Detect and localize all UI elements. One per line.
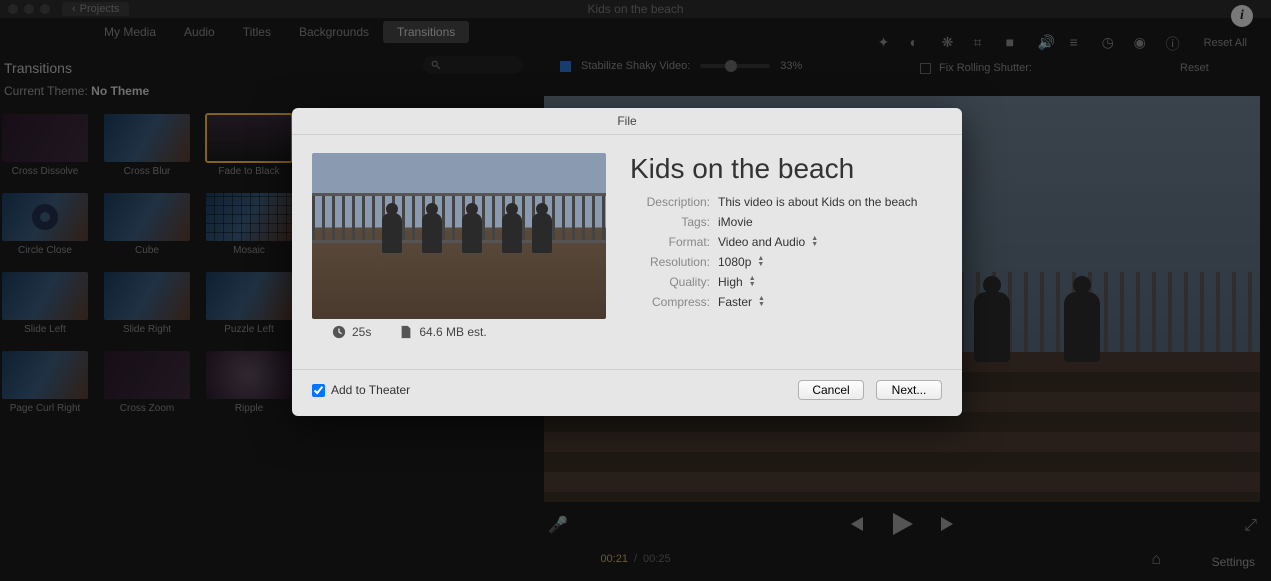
resolution-stepper[interactable]: ▲▼ — [757, 256, 764, 268]
resolution-select[interactable]: 1080p — [718, 255, 751, 269]
export-filesize: 64.6 MB est. — [419, 325, 486, 339]
compress-select[interactable]: Faster — [718, 295, 752, 309]
format-stepper[interactable]: ▲▼ — [811, 236, 818, 248]
compress-stepper[interactable]: ▲▼ — [758, 296, 765, 308]
quality-select[interactable]: High — [718, 275, 743, 289]
clock-icon — [332, 325, 346, 339]
theater-checkbox-input[interactable] — [312, 384, 325, 397]
file-icon — [399, 325, 413, 339]
tags-field[interactable]: iMovie — [718, 215, 753, 229]
export-meta-row: 25s 64.6 MB est. — [312, 319, 606, 353]
export-dialog: File 25s 64.6 MB est. — [292, 108, 962, 416]
next-button[interactable]: Next... — [876, 380, 942, 400]
export-title[interactable]: Kids on the beach — [630, 153, 942, 185]
export-preview-thumbnail — [312, 153, 606, 319]
format-select[interactable]: Video and Audio — [718, 235, 805, 249]
description-field[interactable]: This video is about Kids on the beach — [718, 195, 917, 209]
add-to-theater-checkbox[interactable]: Add to Theater — [312, 383, 410, 397]
export-duration: 25s — [352, 325, 371, 339]
quality-stepper[interactable]: ▲▼ — [749, 276, 756, 288]
theater-checkbox-label: Add to Theater — [331, 383, 410, 397]
cancel-button[interactable]: Cancel — [798, 380, 864, 400]
dialog-title: File — [292, 108, 962, 135]
